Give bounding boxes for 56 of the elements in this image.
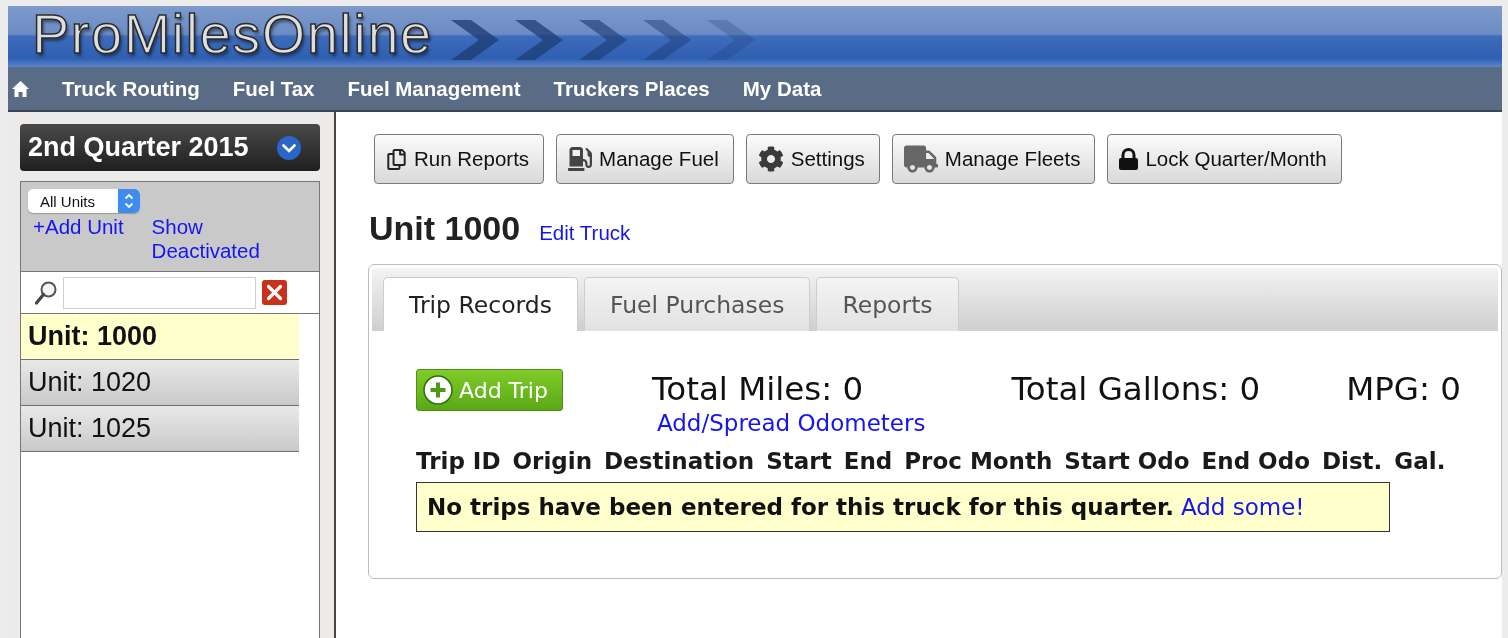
sidebar-link[interactable]: Show Deactivated [151,215,272,263]
nav-item[interactable]: Fuel Tax [232,76,315,101]
chevron-icon [706,19,755,60]
column-header: Start Odo [1064,448,1190,474]
toolbar-button[interactable]: Run Reports [374,134,545,184]
column-header: Gal. [1394,448,1446,474]
chevron-icon [450,19,499,60]
gear-icon [757,146,784,172]
column-header: Trip ID [416,448,501,474]
close-icon[interactable] [262,280,287,305]
toolbar-button[interactable]: Lock Quarter/Month [1107,134,1342,184]
edit-truck-link[interactable]: Edit Truck [539,221,631,245]
lock-icon [1119,148,1139,170]
column-header: End Odo [1201,448,1310,474]
plus-circle-icon [423,375,453,405]
column-header: Dist. [1321,448,1383,474]
documents-icon [386,148,407,170]
fuel-pump-icon [568,147,593,171]
quarter-title: 2nd Quarter 2015 [28,132,249,163]
truck-icon [903,142,938,176]
toolbar-button[interactable]: Settings [745,134,880,184]
column-header: End [843,448,893,474]
search-icon [35,280,57,305]
quarter-header[interactable]: 2nd Quarter 2015 [20,124,320,171]
column-header: Proc Month [904,448,1053,474]
tab[interactable]: Fuel Purchases [583,277,811,331]
chevron-icon [642,19,691,60]
total-text: Total Miles: 0 [651,369,865,409]
chevron-down-icon[interactable] [277,135,301,160]
column-header: Start [766,448,832,474]
unit-title: Unit 1000 [369,209,521,248]
nav-item[interactable]: My Data [742,76,822,101]
column-header: Origin [512,448,593,474]
total-text: MPG: 0 [1346,369,1461,409]
unit-item[interactable]: Unit: 1025 [21,406,299,452]
search-field[interactable] [63,276,256,309]
chevron-icon [514,19,563,60]
unit-item[interactable]: Unit: 1000 [21,314,299,360]
home-icon[interactable] [12,80,29,97]
tab[interactable]: Reports [816,277,959,331]
add-some-link[interactable]: Add some! [1180,494,1305,520]
odometers-link[interactable]: Add/Spread Odometers [656,410,926,436]
nav-item[interactable]: Truck Routing [62,76,200,101]
chevron-icon [578,19,627,60]
empty-message: No trips have been entered for this truck for this quarter. [427,494,1174,520]
toolbar-button[interactable]: Manage Fuel [556,134,734,184]
toolbar-button[interactable]: Manage Fleets [891,134,1096,184]
nav-item[interactable]: Fuel Management [347,76,521,101]
column-header: Destination [604,448,755,474]
unit-filter-select[interactable]: All Units [28,189,140,213]
sidebar-link[interactable]: +Add Unit [33,215,124,239]
total-text: Total Gallons: 0 [1011,369,1261,409]
updown-arrows-icon [118,189,140,213]
unit-item[interactable]: Unit: 1020 [21,360,299,406]
tab[interactable]: Trip Records [383,277,578,331]
nav-item[interactable]: Truckers Places [553,76,710,101]
